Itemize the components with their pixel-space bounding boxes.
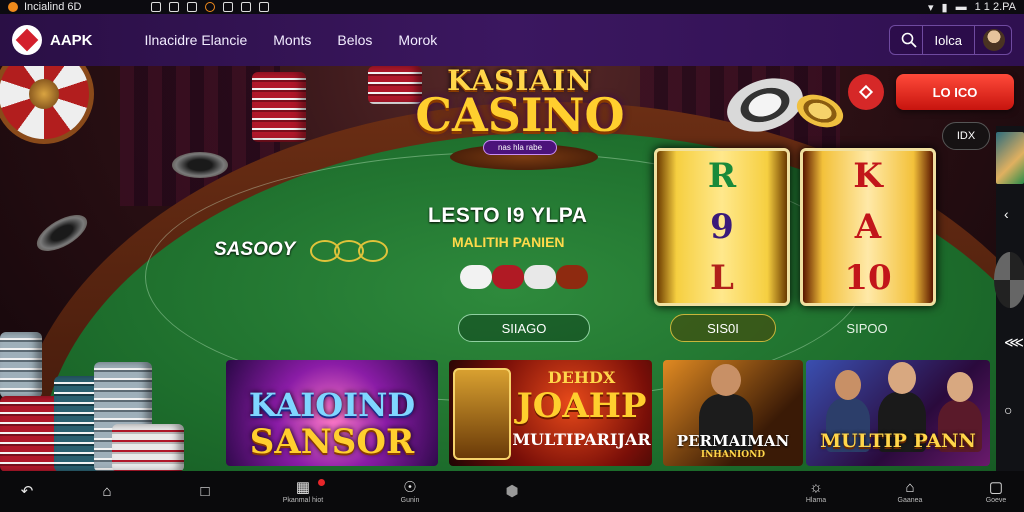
side-thumbnail[interactable]: [996, 132, 1024, 184]
profile-icon: ⌂: [905, 478, 915, 496]
home-icon[interactable]: ⌂: [92, 471, 122, 512]
app-screen: Incialind 6D ▾ ▮ ▬ 1 1 2.PA AAPK Ilnacid…: [0, 0, 1024, 512]
nav-link[interactable]: Morok: [398, 32, 437, 48]
login-link[interactable]: Iolca: [921, 26, 975, 54]
nav-label: Goeve: [985, 496, 1007, 504]
back-icon[interactable]: ↶: [12, 471, 42, 512]
brand-name[interactable]: AAPK: [50, 32, 93, 49]
casino-hero: KASIAIN CASINO nas hla rabe SASOOY LESTO…: [0, 66, 1024, 471]
app-indicator-icon: [8, 2, 18, 12]
card-subtitle: MULTIPARIJAR: [512, 430, 651, 449]
roulette-wheel-icon: [0, 66, 94, 144]
play-button[interactable]: SIIAGO: [458, 314, 590, 342]
notification-badge: [318, 479, 325, 486]
game-card[interactable]: MULTIP PANN: [806, 360, 990, 466]
logo-line-2: CASINO: [415, 88, 625, 142]
battery-icon: ▬: [955, 1, 967, 13]
cupholder: [172, 152, 228, 178]
profile-nav-item[interactable]: ⌂ Gaanea: [888, 471, 932, 512]
casino-badge-icon[interactable]: [848, 74, 884, 110]
status-notification-icons: [151, 2, 270, 12]
nav-links: Ilnacidre Elancie Monts Belos Morok: [145, 32, 438, 48]
notification-icon: [259, 2, 270, 12]
game-card[interactable]: PERMAIMAN INHANIOND: [663, 360, 803, 466]
explore-icon: ☼: [809, 478, 823, 496]
hero-headline: LESTO I9 YLPA: [428, 204, 588, 227]
square-icon: ▢: [988, 478, 1004, 496]
hero-subline: MALITIH PANIEN: [452, 234, 565, 250]
side-wheel-icon[interactable]: [994, 252, 1024, 308]
rings-decoration: [310, 240, 388, 262]
spin-button[interactable]: SIPOO: [812, 314, 922, 342]
card-subtitle: INHANIOND: [700, 450, 766, 460]
reel-symbol: A: [854, 206, 882, 247]
notification-icon: [223, 2, 234, 12]
nav-actions: Iolca: [888, 25, 1012, 55]
bottom-navbar: ↶ ⌂ □ ▦ Pkanmal hiot ☉ Gunin ⬢ ☼ Hlama ⌂…: [0, 471, 1024, 512]
tabs-icon[interactable]: □: [190, 471, 220, 512]
casino-logo: KASIAIN CASINO nas hla rabe: [410, 66, 630, 176]
status-time: 1 1 2.PA: [974, 1, 1016, 13]
nav-label: Hlama: [805, 496, 827, 504]
card-subtitle: SANSOR: [249, 422, 415, 462]
wifi-icon: ▾: [928, 1, 934, 14]
status-app-name: Incialind 6D: [24, 1, 82, 13]
nav-label: Gaanea: [897, 496, 923, 504]
table-text: SASOOY: [214, 239, 296, 260]
compass-nav-item[interactable]: ☉ Gunin: [390, 471, 430, 512]
compass-icon: ☉: [403, 478, 417, 496]
reel-symbol: 9: [710, 206, 734, 247]
cupholder: [31, 207, 93, 259]
games-nav-item[interactable]: ▦ Pkanmal hiot: [270, 471, 336, 512]
game-card[interactable]: DEHDX JOAHP MULTIPARIJAR: [449, 360, 652, 466]
card-top-label: DEHDX: [547, 368, 616, 387]
card-title: JOAHP: [516, 386, 647, 426]
reel-symbol: R: [707, 156, 737, 197]
card-title: KAIOIND: [248, 386, 416, 424]
chip-stack: [0, 332, 42, 398]
reel-symbol: L: [710, 257, 734, 298]
slot-reel: K A 10: [800, 148, 936, 306]
notification-icon: [205, 2, 216, 12]
reel-symbol: K: [853, 156, 883, 197]
top-navbar: AAPK Ilnacidre Elancie Monts Belos Morok…: [0, 14, 1024, 66]
chip-row: [460, 265, 588, 289]
notification-icon: [151, 2, 162, 12]
brand-logo-icon[interactable]: [12, 25, 42, 55]
bet-button[interactable]: SIS0I: [670, 314, 776, 342]
notification-icon: [187, 2, 198, 12]
logo-badge: nas hla rabe: [482, 140, 558, 155]
explore-nav-item[interactable]: ☼ Hlama: [796, 471, 836, 512]
nav-link[interactable]: Belos: [337, 32, 372, 48]
signal-icon: ▮: [941, 1, 948, 14]
notification-icon: [241, 2, 252, 12]
share-icon[interactable]: ⋘: [1004, 334, 1024, 351]
chip-stack: [112, 424, 184, 471]
card-title: PERMAIMAN: [676, 432, 790, 450]
games-icon: ▦: [295, 478, 311, 496]
speed-button[interactable]: IDX: [942, 122, 990, 150]
game-card[interactable]: KAIOIND SANSOR: [226, 360, 438, 466]
shield-icon[interactable]: ⬢: [500, 471, 524, 512]
avatar[interactable]: [983, 29, 1005, 51]
reel-symbol: 10: [844, 257, 892, 298]
arrow-left-icon[interactable]: ‹: [1004, 206, 1009, 222]
status-bar: Incialind 6D ▾ ▮ ▬ 1 1 2.PA: [0, 0, 1024, 14]
search-icon[interactable]: [896, 27, 922, 53]
nav-label: Pkanmal hiot: [282, 496, 324, 504]
nav-link[interactable]: Monts: [273, 32, 311, 48]
notification-icon: [169, 2, 180, 12]
card-title: MULTIP PANN: [820, 430, 976, 452]
square-nav-item[interactable]: ▢ Goeve: [980, 471, 1012, 512]
slot-machine-icon: [453, 368, 511, 460]
slot-reel: R 9 L: [654, 148, 790, 306]
nav-link[interactable]: Ilnacidre Elancie: [145, 32, 248, 48]
chip-stack: [252, 72, 306, 142]
circle-icon[interactable]: ○: [1004, 402, 1012, 418]
nav-label: Gunin: [400, 496, 420, 504]
login-cta-button[interactable]: LO ICO: [896, 74, 1014, 110]
